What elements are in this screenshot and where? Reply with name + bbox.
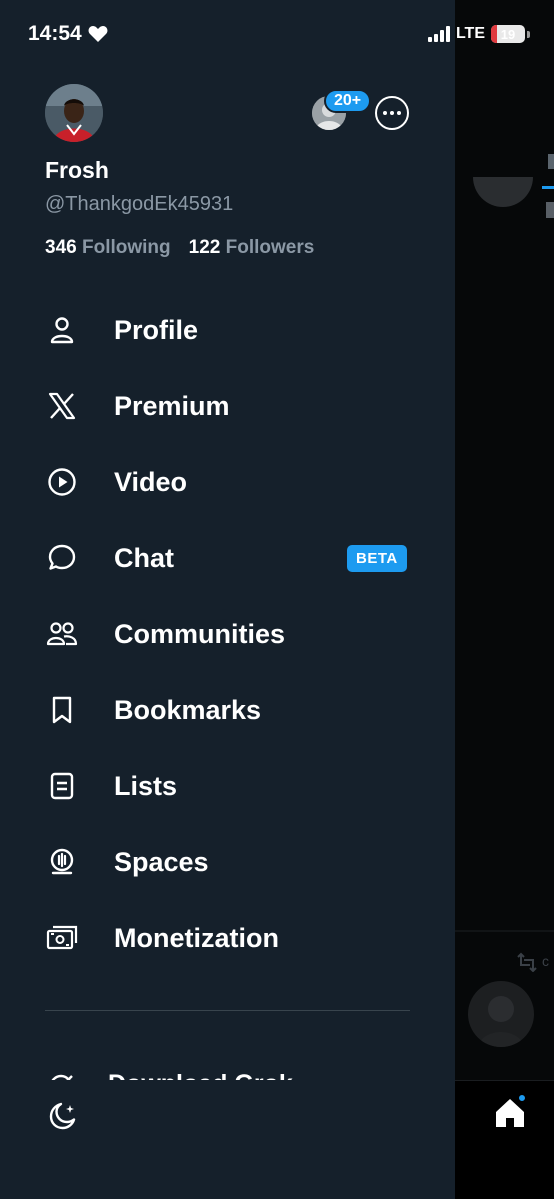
menu-item-label: Lists — [114, 770, 178, 801]
x-logo-icon — [45, 389, 79, 423]
menu-item-video[interactable]: Video — [0, 444, 455, 520]
timeline-tab-fragment — [540, 148, 554, 190]
battery-tip — [527, 30, 530, 38]
profile-avatar[interactable] — [45, 84, 103, 142]
menu-item-chat[interactable]: Chat BETA — [0, 520, 455, 596]
menu-item-profile[interactable]: Profile — [0, 292, 455, 368]
battery-icon: 19 — [491, 25, 525, 43]
status-indicators: LTE 19 — [427, 25, 530, 43]
following-label: Following — [81, 237, 171, 258]
followers-count: 122 — [188, 237, 221, 258]
menu-divider — [45, 1010, 410, 1011]
timeline-text-fragment — [546, 202, 554, 218]
person-icon — [45, 313, 79, 347]
grok-label: Download Grok — [108, 1070, 293, 1080]
menu-item-label: Video — [114, 466, 188, 497]
display-mode-icon[interactable] — [46, 1100, 78, 1137]
followers-label: Followers — [225, 237, 315, 258]
menu-item-monetization[interactable]: Monetization — [0, 900, 455, 976]
play-circle-icon — [45, 465, 79, 499]
network-label: LTE — [455, 25, 485, 42]
menu-item-label: Profile — [114, 314, 199, 345]
timeline-divider — [455, 930, 554, 932]
time-text: 14:54 — [28, 22, 82, 45]
money-icon — [45, 921, 79, 955]
notification-dot — [517, 1093, 527, 1103]
grok-icon — [48, 1072, 76, 1080]
menu-item-label: Monetization — [114, 922, 279, 953]
drawer-footer — [0, 1080, 455, 1199]
heart-icon — [88, 26, 108, 42]
menu-item-premium[interactable]: Premium — [0, 368, 455, 444]
microphone-icon — [45, 845, 79, 879]
user-handle[interactable]: @ThankgodEk45931 — [45, 193, 233, 216]
chat-bubble-icon — [45, 541, 79, 575]
svg-text:c: c — [542, 953, 549, 969]
following-link[interactable]: 346 Following — [45, 237, 171, 259]
repost-icon: c — [514, 950, 554, 977]
accounts-count-badge: 20+ — [324, 89, 372, 113]
menu-item-label: Chat — [114, 542, 174, 573]
menu-item-label: Bookmarks — [114, 694, 262, 725]
display-name[interactable]: Frosh — [45, 157, 109, 184]
download-grok-item[interactable]: Download Grok — [45, 1066, 425, 1080]
menu-item-bookmarks[interactable]: Bookmarks — [0, 672, 455, 748]
bookmark-icon — [45, 693, 79, 727]
menu-item-spaces[interactable]: Spaces — [0, 824, 455, 900]
menu-item-label: Premium — [114, 390, 230, 421]
clock: 14:54 — [28, 22, 108, 46]
followers-link[interactable]: 122 Followers — [189, 237, 315, 259]
following-count: 346 — [45, 237, 77, 258]
status-bar: 14:54 LTE 19 — [0, 0, 554, 70]
timeline-avatar — [468, 981, 534, 1047]
beta-badge: BETA — [347, 544, 407, 572]
more-options-button[interactable] — [375, 96, 409, 130]
list-icon — [45, 769, 79, 803]
signal-icon — [427, 26, 450, 42]
menu-item-communities[interactable]: Communities — [0, 596, 455, 672]
communities-icon — [45, 617, 79, 651]
follow-stats: 346 Following 122 Followers — [45, 237, 314, 259]
battery-level: 19 — [500, 26, 516, 42]
menu-item-label: Communities — [114, 618, 286, 649]
menu-item-label: Spaces — [114, 846, 209, 877]
menu-item-lists[interactable]: Lists — [0, 748, 455, 824]
